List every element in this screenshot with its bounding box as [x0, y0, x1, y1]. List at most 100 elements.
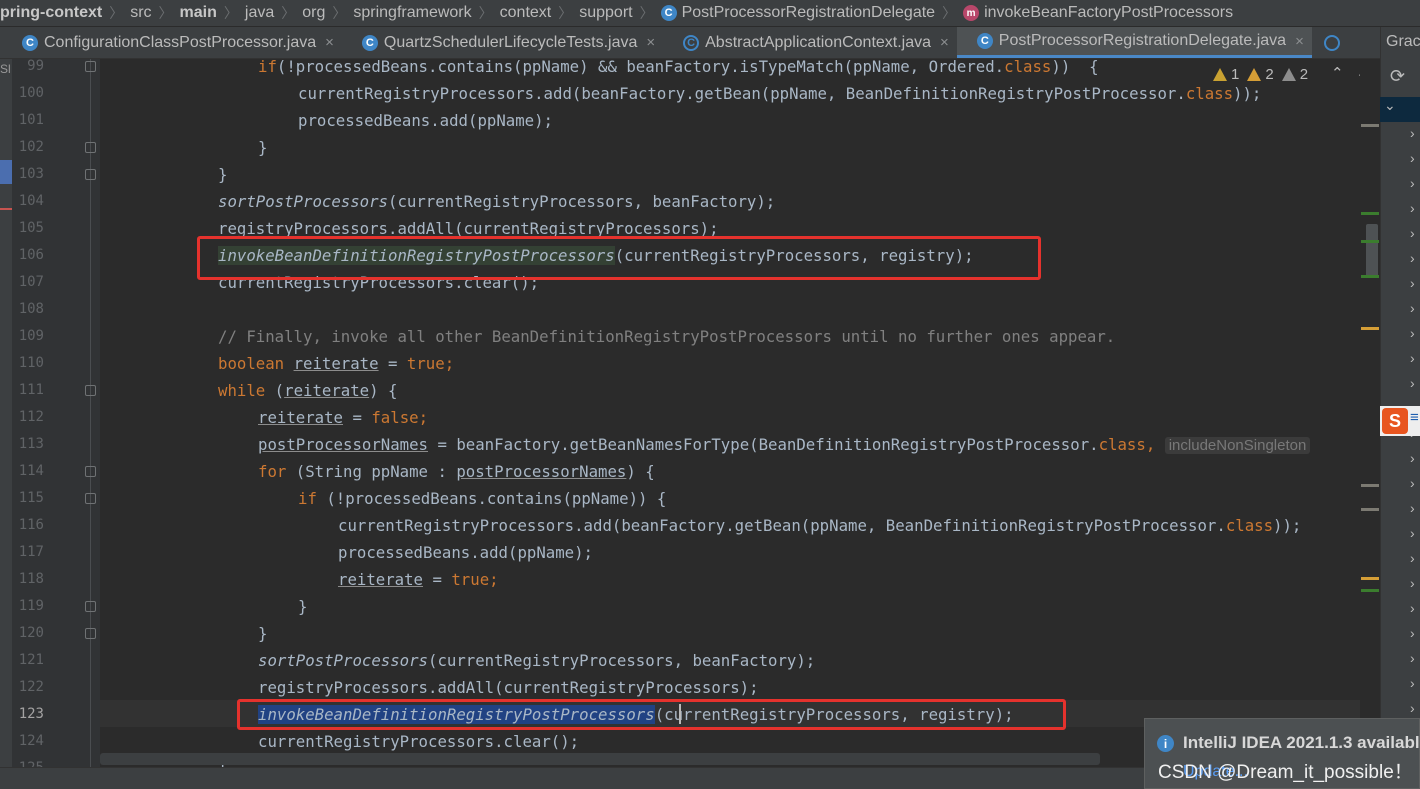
code-line[interactable]: for (String ppName : postProcessorNames)…: [258, 458, 655, 485]
line-number[interactable]: 107: [12, 269, 44, 296]
code-line[interactable]: postProcessorNames = beanFactory.getBean…: [258, 431, 1311, 458]
breadcrumb-item[interactable]: springframework 〉: [346, 3, 492, 23]
fold-marker-icon[interactable]: [85, 61, 96, 72]
line-number[interactable]: 108: [12, 296, 44, 323]
fold-marker-icon[interactable]: [85, 142, 96, 153]
fold-marker-icon[interactable]: [85, 493, 96, 504]
breadcrumb-item[interactable]: org 〉: [295, 3, 346, 23]
chevron-up-icon[interactable]: ⌃: [1331, 64, 1344, 82]
breadcrumb-item[interactable]: main 〉: [173, 3, 238, 23]
line-number[interactable]: 117: [12, 539, 44, 566]
line-number[interactable]: 118: [12, 566, 44, 593]
breadcrumb-item[interactable]: src 〉: [123, 3, 172, 23]
fold-marker-icon[interactable]: [85, 466, 96, 477]
chevron-right-icon[interactable]: ›: [1410, 525, 1415, 541]
chevron-right-icon[interactable]: ›: [1410, 300, 1415, 316]
chevron-right-icon[interactable]: ›: [1410, 450, 1415, 466]
code-line[interactable]: registryProcessors.addAll(currentRegistr…: [258, 674, 759, 701]
breadcrumb-item[interactable]: m invokeBeanFactoryPostProcessors: [956, 4, 1233, 22]
chevron-right-icon[interactable]: ›: [1410, 150, 1415, 166]
line-number[interactable]: 99: [12, 53, 44, 80]
fold-marker-icon[interactable]: [85, 385, 96, 396]
fold-marker-icon[interactable]: [85, 628, 96, 639]
editor-tab[interactable]: C QuartzSchedulerLifecycleTests.java ×: [342, 27, 663, 58]
line-number[interactable]: 111: [12, 377, 44, 404]
error-stripe-marker[interactable]: [1361, 124, 1379, 127]
chevron-right-icon[interactable]: ›: [1410, 225, 1415, 241]
line-number[interactable]: 122: [12, 674, 44, 701]
chevron-right-icon[interactable]: ›: [1410, 175, 1415, 191]
breadcrumb-item[interactable]: context 〉: [493, 3, 573, 23]
chevron-right-icon[interactable]: ›: [1410, 375, 1415, 391]
warning-count[interactable]: 1: [1213, 66, 1239, 83]
code-line[interactable]: reiterate = true;: [338, 566, 499, 593]
chevron-right-icon[interactable]: ›: [1410, 625, 1415, 641]
error-stripe-marker[interactable]: [1361, 508, 1379, 511]
line-number[interactable]: 119: [12, 593, 44, 620]
warning-count[interactable]: 2: [1247, 66, 1274, 83]
close-icon[interactable]: ×: [940, 34, 949, 51]
sogou-ime-icon[interactable]: S: [1382, 408, 1408, 434]
breadcrumb-item[interactable]: C PostProcessorRegistrationDelegate 〉: [654, 3, 956, 23]
chevron-right-icon[interactable]: ›: [1410, 600, 1415, 616]
code-line[interactable]: currentRegistryProcessors.clear();: [258, 728, 579, 755]
code-line[interactable]: processedBeans.add(ppName);: [338, 539, 593, 566]
line-number[interactable]: 123: [12, 701, 44, 728]
code-line[interactable]: }: [258, 620, 267, 647]
code-line[interactable]: }: [218, 161, 227, 188]
chevron-right-icon[interactable]: ›: [1410, 575, 1415, 591]
chevron-down-icon[interactable]: ⌄: [1384, 97, 1396, 114]
code-line[interactable]: if(!processedBeans.contains(ppName) && b…: [258, 59, 1099, 80]
line-number[interactable]: 103: [12, 161, 44, 188]
chevron-right-icon[interactable]: ›: [1410, 650, 1415, 666]
line-number[interactable]: 104: [12, 188, 44, 215]
line-number[interactable]: 114: [12, 458, 44, 485]
chevron-right-icon[interactable]: ›: [1410, 325, 1415, 341]
line-number[interactable]: 116: [12, 512, 44, 539]
ime-mode-icon[interactable]: ≡: [1410, 409, 1419, 426]
chevron-right-icon[interactable]: ›: [1410, 500, 1415, 516]
refresh-icon[interactable]: ⟳: [1390, 66, 1405, 87]
line-number[interactable]: 124: [12, 728, 44, 755]
line-number[interactable]: 101: [12, 107, 44, 134]
line-number[interactable]: 106: [12, 242, 44, 269]
close-icon[interactable]: ×: [1295, 33, 1304, 50]
error-stripe-marker[interactable]: [1361, 484, 1379, 487]
line-number[interactable]: 102: [12, 134, 44, 161]
error-stripe-marker[interactable]: [1361, 212, 1379, 215]
line-number[interactable]: 105: [12, 215, 44, 242]
close-icon[interactable]: ×: [646, 34, 655, 51]
code-line[interactable]: sortPostProcessors(currentRegistryProces…: [258, 647, 815, 674]
scrollbar-thumb[interactable]: [1366, 224, 1378, 278]
line-number[interactable]: 115: [12, 485, 44, 512]
chevron-right-icon[interactable]: ›: [1410, 250, 1415, 266]
fold-marker-icon[interactable]: [85, 601, 96, 612]
chevron-right-icon[interactable]: ›: [1410, 700, 1415, 716]
error-stripe-marker[interactable]: [1361, 577, 1379, 580]
chevron-right-icon[interactable]: ›: [1410, 125, 1415, 141]
code-line[interactable]: }: [298, 593, 307, 620]
code-line[interactable]: boolean reiterate = true;: [218, 350, 454, 377]
code-line[interactable]: sortPostProcessors(currentRegistryProces…: [218, 188, 775, 215]
chevron-right-icon[interactable]: ›: [1410, 675, 1415, 691]
close-icon[interactable]: ×: [325, 34, 334, 51]
editor-tab[interactable]: C AbstractApplicationContext.java ×: [663, 27, 957, 58]
code-line[interactable]: reiterate = false;: [258, 404, 428, 431]
code-line[interactable]: // Finally, invoke all other BeanDefinit…: [218, 323, 1115, 350]
code-editor[interactable]: if(!processedBeans.contains(ppName) && b…: [100, 59, 1360, 767]
code-line[interactable]: currentRegistryProcessors.add(beanFactor…: [338, 512, 1301, 539]
fold-marker-icon[interactable]: [85, 169, 96, 180]
vertical-scrollbar[interactable]: [1360, 59, 1380, 767]
editor-tab[interactable]: [1312, 27, 1340, 58]
chevron-right-icon[interactable]: ›: [1410, 550, 1415, 566]
code-line[interactable]: processedBeans.add(ppName);: [298, 107, 553, 134]
chevron-right-icon[interactable]: ›: [1410, 475, 1415, 491]
line-number[interactable]: 120: [12, 620, 44, 647]
code-line[interactable]: while (reiterate) {: [218, 377, 397, 404]
breadcrumb-item[interactable]: support 〉: [572, 3, 653, 23]
line-number[interactable]: 121: [12, 647, 44, 674]
warning-count[interactable]: 2: [1281, 66, 1308, 83]
code-line[interactable]: currentRegistryProcessors.add(beanFactor…: [298, 80, 1261, 107]
line-number[interactable]: 100: [12, 80, 44, 107]
chevron-right-icon[interactable]: ›: [1410, 200, 1415, 216]
